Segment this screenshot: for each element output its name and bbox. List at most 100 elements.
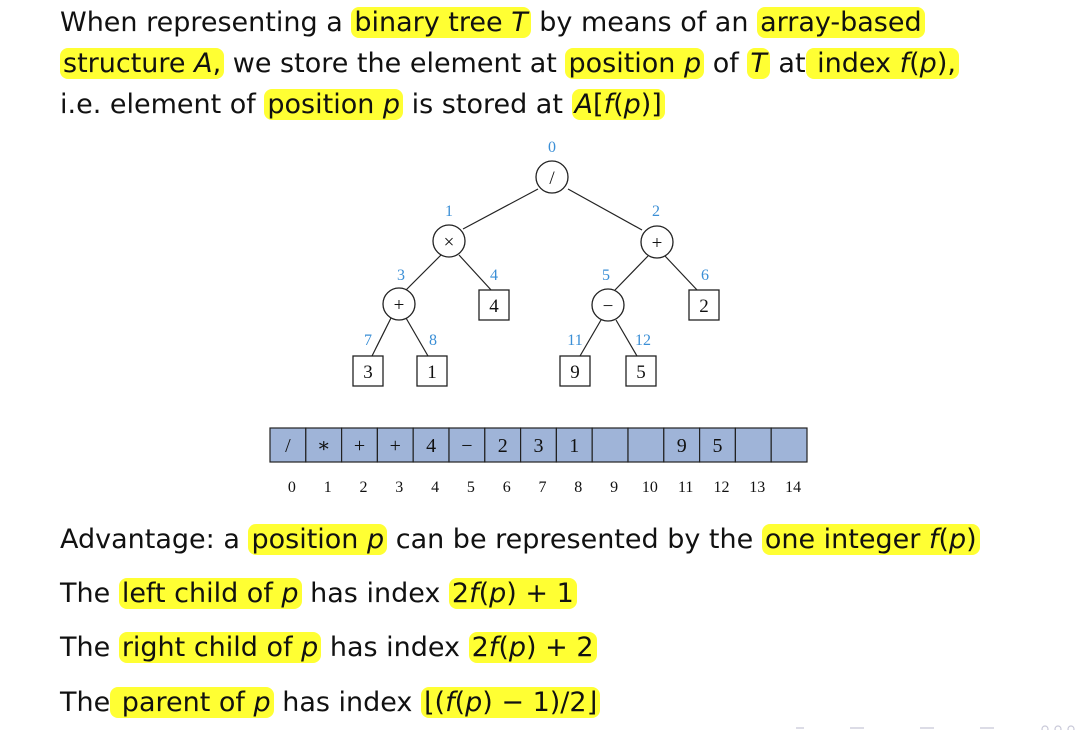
array-cell-value: 3 [534, 435, 544, 457]
highlight-right-child: right child of p [118, 632, 322, 663]
math-symbol: p [281, 578, 299, 609]
node-label: 2 [699, 296, 709, 317]
math-symbol: f [928, 524, 939, 555]
array-index-label: 3 [395, 479, 403, 496]
bullet-text: Advantage: a [60, 524, 249, 555]
node-label: + [652, 233, 663, 254]
highlight-text: left child of [121, 578, 282, 609]
math-text: ( [454, 687, 466, 718]
array-index-label: 7 [539, 479, 547, 496]
edge-2-6 [664, 255, 699, 292]
node-label: + [394, 295, 405, 316]
array-cell-value: ∗ [317, 435, 331, 457]
array-cell-10 [627, 427, 665, 463]
bullet-text: The [60, 632, 119, 663]
math-symbol: p [367, 524, 385, 555]
math-text: ) − 1)/2⌋ [482, 687, 598, 718]
array-cell-value: + [354, 435, 365, 457]
edge-3-8 [405, 317, 429, 357]
array-cell-value: 5 [713, 435, 723, 457]
math-symbol: f [488, 632, 499, 663]
node-label: / [549, 168, 555, 189]
highlight-formula: 2f(p) + 2 [468, 632, 597, 663]
node-label: 4 [489, 296, 499, 317]
array-cell-14 [770, 427, 808, 463]
node-label: 9 [570, 362, 580, 383]
slide-navigation[interactable] [790, 722, 1084, 730]
node-label: 1 [427, 362, 437, 383]
tree-edges [371, 188, 699, 357]
array-cell-value: 1 [569, 435, 579, 457]
tree-node-4: 44 [478, 267, 510, 321]
node-label: 3 [363, 362, 373, 383]
math-text: 2 [451, 578, 470, 609]
math-symbol: f [469, 578, 479, 609]
edge-2-5 [614, 255, 649, 291]
bullet-left-child: The left child of p has index 2f(p) + 1 [60, 576, 577, 612]
highlight-left-child: left child of p [118, 578, 302, 609]
node-index-label: 11 [567, 332, 582, 349]
highlight-formula: 2f(p) + 1 [448, 578, 577, 609]
highlight-position-p: position p [248, 524, 388, 555]
bullet-text: has index [273, 687, 421, 718]
array-index-label: 10 [642, 479, 658, 496]
array-cell-value: − [461, 435, 472, 457]
node-index-label: 7 [364, 332, 372, 349]
bullet-text: The [60, 578, 119, 609]
array-index-label: 1 [324, 479, 332, 496]
math-text: ( [938, 524, 949, 555]
edge-5-12 [615, 319, 638, 357]
highlight-text: position [251, 524, 367, 555]
array-cell-9 [591, 427, 629, 463]
node-index-label: 8 [429, 332, 437, 349]
tree-node-7: 37 [352, 332, 384, 387]
highlight-text: one integer [764, 524, 929, 555]
highlight-text: right child of [121, 632, 302, 663]
nav-loop-icon[interactable] [1054, 725, 1062, 730]
math-symbol: p [948, 524, 967, 555]
tree-nodes: /0×1+2+344−5263718911512 [352, 139, 720, 387]
bullet-text: has index [321, 632, 469, 663]
tree-node-12: 5 12 [625, 332, 657, 387]
array-cell-value: 9 [677, 435, 687, 457]
bullet-text: The [60, 687, 111, 718]
edge-1-3 [405, 254, 442, 291]
array-index-label: 0 [288, 479, 296, 496]
array-cell-value: / [285, 435, 291, 457]
array-cell-value: 4 [426, 435, 436, 457]
nav-zoom-icon[interactable] [1067, 725, 1075, 730]
tree-node-1: ×1 [432, 203, 466, 258]
tree-node-8: 18 [416, 332, 448, 387]
tree-node-11: 9 11 [559, 332, 591, 387]
math-text: ) [966, 524, 977, 555]
node-index-label: 3 [397, 267, 405, 284]
nav-search-icon[interactable] [1041, 725, 1049, 730]
tree-node-2: +2 [640, 203, 674, 259]
math-symbol: f [445, 687, 455, 718]
highlight-parent: parent of p [110, 687, 274, 718]
math-symbol: p [489, 578, 507, 609]
node-label: 5 [636, 362, 646, 383]
bullet-right-child: The right child of p has index 2f(p) + 2 [60, 630, 597, 666]
math-text: ( [478, 578, 490, 609]
array-index-label: 5 [467, 479, 475, 496]
edge-3-7 [371, 317, 392, 357]
tree-array-diagram: /0×1+2+344−5263718911512 /0∗1+2+344−5263… [269, 139, 808, 496]
math-text: ( [498, 632, 509, 663]
array-cell-value: + [390, 435, 401, 457]
math-symbol: p [301, 632, 319, 663]
array-index-label: 8 [574, 479, 582, 496]
math-symbol: p [253, 687, 271, 718]
array-diagram: / 0 ∗ 1 +2 +3 4 4 − 5 2 6 3 7 1 8 9 10 9 11 5 12 13 14 [269, 427, 808, 496]
edge-0-1 [462, 188, 539, 230]
array-index-label: 11 [678, 479, 693, 496]
node-index-label: 12 [635, 332, 651, 349]
tree-node-5: −5 [591, 267, 625, 322]
array-index-label: 6 [503, 479, 511, 496]
edge-5-11 [579, 319, 602, 357]
math-symbol: p [508, 632, 526, 663]
highlight-text: parent of [113, 687, 254, 718]
node-index-label: 2 [652, 203, 660, 220]
node-index-label: 1 [445, 203, 453, 220]
bullet-text: can be represented by the [387, 524, 762, 555]
